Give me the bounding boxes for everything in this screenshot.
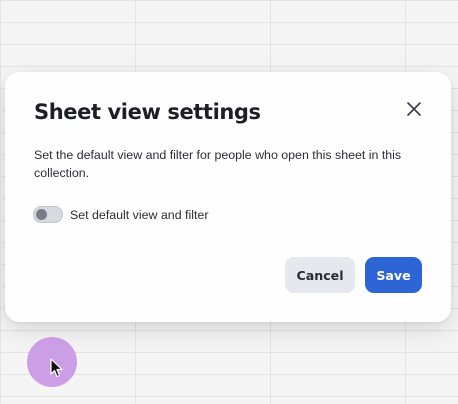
cancel-button[interactable]: Cancel [285, 257, 355, 293]
default-view-toggle[interactable] [33, 206, 63, 223]
mouse-pointer-icon [50, 358, 63, 378]
sheet-view-settings-dialog: Sheet view settings Set the default view… [5, 72, 451, 322]
toggle-knob [36, 209, 47, 220]
close-icon [407, 102, 421, 116]
close-button[interactable] [401, 96, 427, 122]
toggle-label: Set default view and filter [70, 207, 209, 222]
dialog-title: Sheet view settings [34, 100, 261, 124]
save-button[interactable]: Save [365, 257, 422, 293]
default-view-toggle-row: Set default view and filter [33, 206, 208, 223]
dialog-description: Set the default view and filter for peop… [34, 148, 402, 180]
